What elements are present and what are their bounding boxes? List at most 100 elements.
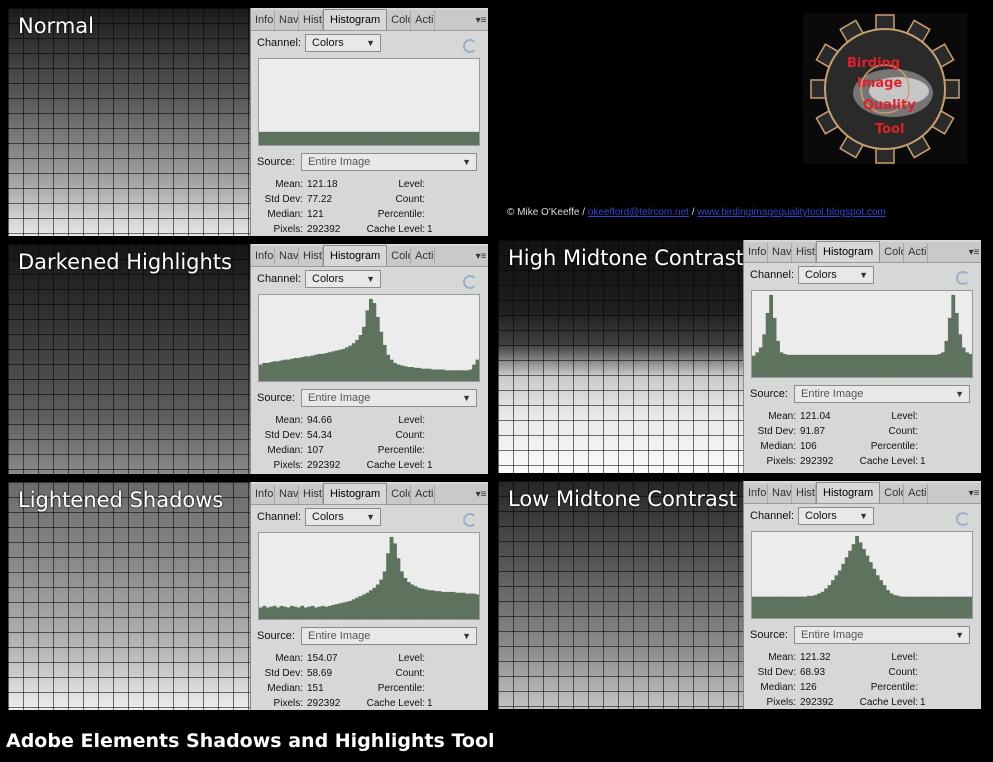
histogram-bar — [430, 590, 435, 619]
refresh-icon[interactable] — [956, 271, 970, 285]
refresh-icon[interactable] — [463, 513, 477, 527]
refresh-icon[interactable] — [463, 39, 477, 53]
histogram-bar — [769, 294, 774, 377]
histogram-bar — [855, 354, 859, 377]
tab-navigator[interactable]: Navig — [275, 11, 299, 30]
stat-value: 121.32 — [800, 652, 831, 663]
histogram-bar — [417, 587, 421, 619]
histogram-bar — [879, 580, 884, 618]
histogram-bar — [399, 571, 404, 619]
histogram-bar — [807, 354, 811, 377]
tab-histogram[interactable]: Histogram — [323, 483, 388, 504]
panel-menu-icon[interactable]: ▾≡ — [967, 484, 981, 503]
stat-label: Count: — [395, 194, 425, 205]
histogram-bar — [320, 131, 325, 145]
source-select[interactable]: Entire Image ▼ — [301, 153, 477, 171]
tab-actions[interactable]: Actic — [411, 247, 436, 266]
histogram-bar — [820, 354, 825, 377]
chevron-down-icon: ▼ — [859, 511, 868, 521]
credit-line: © Mike O'Keeffe / okeefford@telrcom.net … — [507, 207, 886, 218]
tab-color[interactable]: Color — [880, 484, 905, 503]
tab-histo-short[interactable]: Histo — [299, 11, 323, 30]
histogram-bar — [430, 369, 435, 381]
tab-color[interactable]: Color — [387, 11, 412, 30]
histogram-bar — [334, 131, 339, 145]
stat-label: Count: — [888, 426, 918, 437]
tab-info[interactable]: Info — [251, 247, 275, 266]
histogram-bar — [317, 606, 322, 619]
tab-navigator[interactable]: Navig — [768, 484, 792, 503]
tab-histogram[interactable]: Histogram — [323, 245, 388, 266]
tab-navigator[interactable]: Navig — [768, 243, 792, 262]
tab-histogram[interactable]: Histogram — [816, 241, 881, 262]
panel-menu-icon[interactable]: ▾≡ — [474, 11, 488, 30]
histogram-bar — [362, 131, 366, 145]
panel-menu-icon[interactable]: ▾≡ — [967, 243, 981, 262]
stat-row-std-dev: Std Dev: 54.34 Count: — [251, 430, 488, 445]
histogram-bar — [276, 607, 281, 619]
panel-tabs: InfoNavigHistoHistogramColorActic ▾≡ — [744, 482, 981, 504]
channel-select[interactable]: Colors ▼ — [798, 507, 874, 525]
histogram-bar — [875, 575, 880, 618]
tab-info[interactable]: Info — [744, 243, 768, 262]
histogram-bar — [903, 596, 908, 618]
histogram-bar — [259, 131, 263, 145]
histogram-bar — [314, 354, 318, 381]
example-title: High Midtone Contrast — [508, 246, 744, 270]
stat-value: 292392 — [800, 697, 834, 708]
blog-link[interactable]: www.birdingimagequalitytool.blogspot.com — [697, 207, 885, 218]
tab-histo-short[interactable]: Histo — [792, 484, 816, 503]
histogram-bar — [427, 131, 432, 145]
source-select[interactable]: Entire Image ▼ — [301, 627, 477, 645]
source-select[interactable]: Entire Image ▼ — [301, 389, 477, 407]
tab-histogram[interactable]: Histogram — [816, 482, 881, 503]
tab-histo-short[interactable]: Histo — [299, 485, 323, 504]
histogram-bar — [389, 536, 394, 619]
channel-select[interactable]: Colors ▼ — [305, 508, 381, 526]
histogram-bar — [899, 354, 904, 377]
panel-menu-icon[interactable]: ▾≡ — [474, 247, 488, 266]
tab-navigator[interactable]: Navig — [275, 485, 299, 504]
histogram-bar — [896, 354, 901, 377]
tab-color[interactable]: Color — [880, 243, 905, 262]
tab-actions[interactable]: Actic — [904, 243, 929, 262]
channel-select[interactable]: Colors ▼ — [798, 266, 874, 284]
tab-info[interactable]: Info — [251, 485, 275, 504]
stat-label: Std Dev: — [264, 668, 303, 679]
channel-label: Channel: — [257, 37, 302, 49]
channel-select[interactable]: Colors ▼ — [305, 270, 381, 288]
tab-color[interactable]: Color — [387, 485, 412, 504]
refresh-icon[interactable] — [463, 275, 477, 289]
stat-label: Median: — [267, 209, 303, 220]
tab-actions[interactable]: Actic — [411, 485, 436, 504]
stat-row-mean: Mean: 154.07 Level: — [251, 653, 488, 668]
source-select[interactable]: Entire Image ▼ — [794, 385, 970, 403]
histogram-bar — [427, 590, 432, 619]
tab-histo-short[interactable]: Histo — [792, 243, 816, 262]
tab-histo-short[interactable]: Histo — [299, 247, 323, 266]
channel-select[interactable]: Colors ▼ — [305, 34, 381, 52]
source-select[interactable]: Entire Image ▼ — [794, 626, 970, 644]
histogram-bar — [358, 596, 363, 619]
email-link[interactable]: okeefford@telrcom.net — [588, 207, 689, 218]
refresh-icon[interactable] — [956, 512, 970, 526]
histogram-display — [258, 532, 480, 620]
histogram-bar — [923, 596, 928, 618]
tab-navigator[interactable]: Navig — [275, 247, 299, 266]
tab-color[interactable]: Color — [387, 247, 412, 266]
histogram-bar — [303, 131, 308, 145]
panel-menu-icon[interactable]: ▾≡ — [474, 485, 488, 504]
histogram-panel: InfoNavigHistoHistogramColorActic ▾≡ Chann… — [250, 482, 488, 710]
tab-actions[interactable]: Actic — [904, 484, 929, 503]
tab-histogram[interactable]: Histogram — [323, 9, 388, 30]
channel-value: Colors — [312, 273, 344, 285]
tab-actions[interactable]: Actic — [411, 11, 436, 30]
histogram-bar — [310, 355, 315, 381]
tab-info[interactable]: Info — [744, 484, 768, 503]
histogram-panel: InfoNavigHistoHistogramColorActic ▾≡ Chann… — [250, 8, 488, 236]
stat-label: Level: — [891, 652, 918, 663]
histogram-bar — [910, 354, 914, 377]
tab-info[interactable]: Info — [251, 11, 275, 30]
histogram-display — [751, 531, 973, 619]
histogram-bar — [465, 370, 470, 381]
